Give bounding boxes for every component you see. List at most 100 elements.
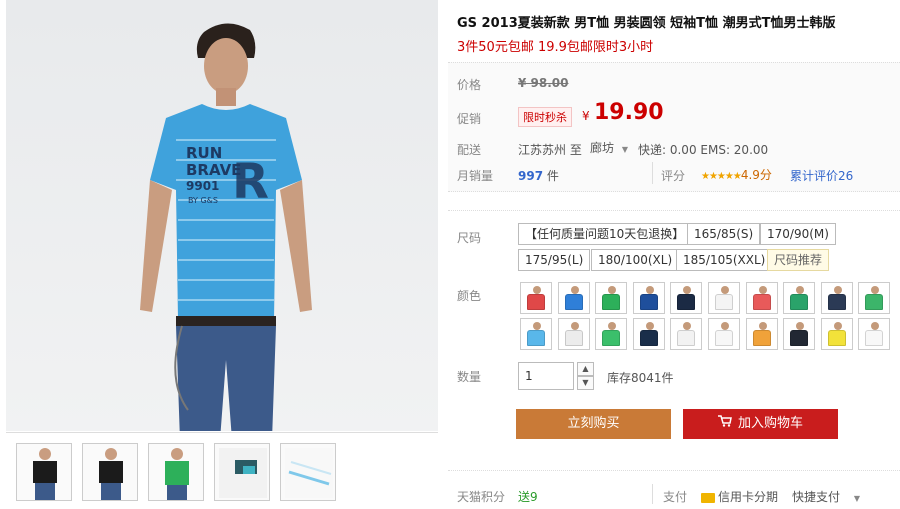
color-swatch[interactable]: [820, 282, 853, 314]
chevron-down-icon: ▼: [853, 494, 860, 503]
thumbnail-strip: [6, 432, 438, 509]
sales-unit: 件: [546, 169, 559, 183]
shirt-print-line4: BY G&S: [188, 196, 218, 205]
color-swatch[interactable]: [520, 282, 552, 314]
size-guide-button[interactable]: 尺码推荐: [767, 249, 830, 271]
color-swatch[interactable]: [670, 282, 703, 314]
size-option-s[interactable]: 165/85(S): [687, 223, 761, 245]
rating-stars-icon: ★★★★★: [701, 171, 742, 182]
size-label: 尺码: [457, 231, 482, 245]
model-head: [683, 322, 692, 330]
add-to-cart-button[interactable]: 加入购物车: [683, 409, 838, 439]
thumbnail-1[interactable]: [16, 443, 72, 501]
sales-label: 月销量: [457, 169, 494, 183]
rating-value: 4.9分: [740, 168, 772, 182]
color-swatch[interactable]: [708, 318, 740, 350]
model-head: [871, 286, 880, 294]
size-option-guarantee[interactable]: 【任何质量问题10天包退换】: [518, 223, 692, 245]
size-option-l[interactable]: 175/95(L): [518, 249, 591, 271]
price-label: 价格: [457, 78, 482, 92]
product-title: GS 2013夏装新款 男T恤 男装圆领 短袖T恤 潮男式T恤男士韩版: [457, 16, 836, 31]
color-swatch[interactable]: [820, 318, 853, 350]
model-head: [645, 286, 654, 294]
size-option-m[interactable]: 170/90(M): [760, 223, 836, 245]
divider: [448, 470, 900, 471]
shipping-fees: 快递: 0.00 EMS: 20.00: [638, 143, 769, 157]
tshirt-icon: [715, 330, 733, 346]
quick-pay-option[interactable]: 快捷支付 ▼: [792, 488, 860, 505]
quantity-label: 数量: [457, 370, 482, 384]
color-swatch[interactable]: [745, 282, 778, 314]
shirt-print-line3: 9901: [186, 179, 219, 193]
size-option-xxl[interactable]: 185/105(XXL): [676, 249, 773, 271]
shipping-destination-value: 廊坊: [590, 141, 615, 155]
model-head: [645, 322, 654, 330]
color-swatch[interactable]: [632, 282, 665, 314]
tshirt-icon: [677, 330, 696, 346]
quantity-decrease-button[interactable]: ▼: [577, 376, 594, 390]
model-head: [533, 286, 541, 294]
model-head: [533, 322, 541, 330]
color-swatch[interactable]: [783, 282, 816, 314]
tshirt-icon: [790, 330, 809, 346]
quantity-increase-button[interactable]: ▲: [577, 362, 594, 376]
model-head: [608, 322, 617, 330]
points-value: 送9: [518, 488, 538, 505]
quantity-input[interactable]: [518, 362, 574, 390]
model-head: [871, 322, 880, 330]
buy-now-label: 立刻购买: [567, 416, 620, 431]
points-text: 送9: [518, 490, 538, 504]
points-label: 天猫积分: [457, 490, 506, 504]
color-swatch[interactable]: [745, 318, 778, 350]
model-head: [608, 286, 617, 294]
model-head: [758, 322, 767, 330]
model-photo: RUN BRAVE 9901 BY G&S R: [140, 23, 312, 431]
thumbnail-2[interactable]: [82, 443, 138, 501]
tshirt-icon: [602, 330, 621, 346]
size-option-xl[interactable]: 180/100(XL): [591, 249, 680, 271]
tshirt-icon: [827, 294, 846, 310]
tshirt-icon: [790, 294, 809, 310]
model-head: [721, 322, 729, 330]
product-subtitle: 3件50元包邮 19.9包邮限时3小时: [457, 40, 654, 55]
thumbnail-5[interactable]: [280, 443, 336, 501]
color-swatch[interactable]: [595, 282, 628, 314]
add-to-cart-label: 加入购物车: [737, 416, 803, 431]
tshirt-icon: [564, 330, 583, 346]
color-swatch[interactable]: [708, 282, 740, 314]
chevron-down-icon: ▼: [621, 145, 628, 154]
color-swatch[interactable]: [858, 282, 891, 314]
model-head: [683, 286, 692, 294]
rating-wrap: ★★★★★4.9分: [701, 166, 772, 183]
tshirt-icon: [602, 294, 621, 310]
color-swatch[interactable]: [783, 318, 816, 350]
color-swatch[interactable]: [520, 318, 552, 350]
main-product-image[interactable]: RUN BRAVE 9901 BY G&S R: [6, 0, 438, 431]
promo-tag: 限时秒杀: [518, 107, 572, 127]
color-swatch[interactable]: [595, 318, 628, 350]
reviews-link[interactable]: 累计评价26: [790, 167, 853, 184]
buy-now-button[interactable]: 立刻购买: [516, 409, 671, 439]
tshirt-icon: [564, 294, 583, 310]
model-head: [570, 322, 579, 330]
tshirt-icon: [865, 294, 884, 310]
color-swatch[interactable]: [632, 318, 665, 350]
quick-pay-label: 快捷支付: [792, 490, 841, 504]
thumbnail-3[interactable]: [148, 443, 204, 501]
pay-label: 支付: [663, 490, 688, 504]
shipping-destination-select[interactable]: 廊坊 ▼: [590, 139, 628, 156]
original-price: ¥ 98.00: [518, 76, 569, 90]
tshirt-icon: [527, 330, 545, 346]
sales-count-wrap: 997 件: [518, 167, 559, 184]
credit-card-pay-option[interactable]: 信用卡分期: [701, 488, 778, 505]
color-swatch[interactable]: [670, 318, 703, 350]
color-swatch[interactable]: [557, 318, 590, 350]
color-swatch[interactable]: [557, 282, 590, 314]
thumbnail-4[interactable]: [214, 443, 270, 501]
shipping-from: 江苏苏州 至: [518, 143, 582, 157]
sales-count: 997: [518, 169, 544, 183]
tshirt-icon: [752, 294, 771, 310]
color-swatch[interactable]: [858, 318, 891, 350]
tshirt-icon: [639, 294, 658, 310]
shirt-print-big-letter: R: [232, 154, 269, 210]
